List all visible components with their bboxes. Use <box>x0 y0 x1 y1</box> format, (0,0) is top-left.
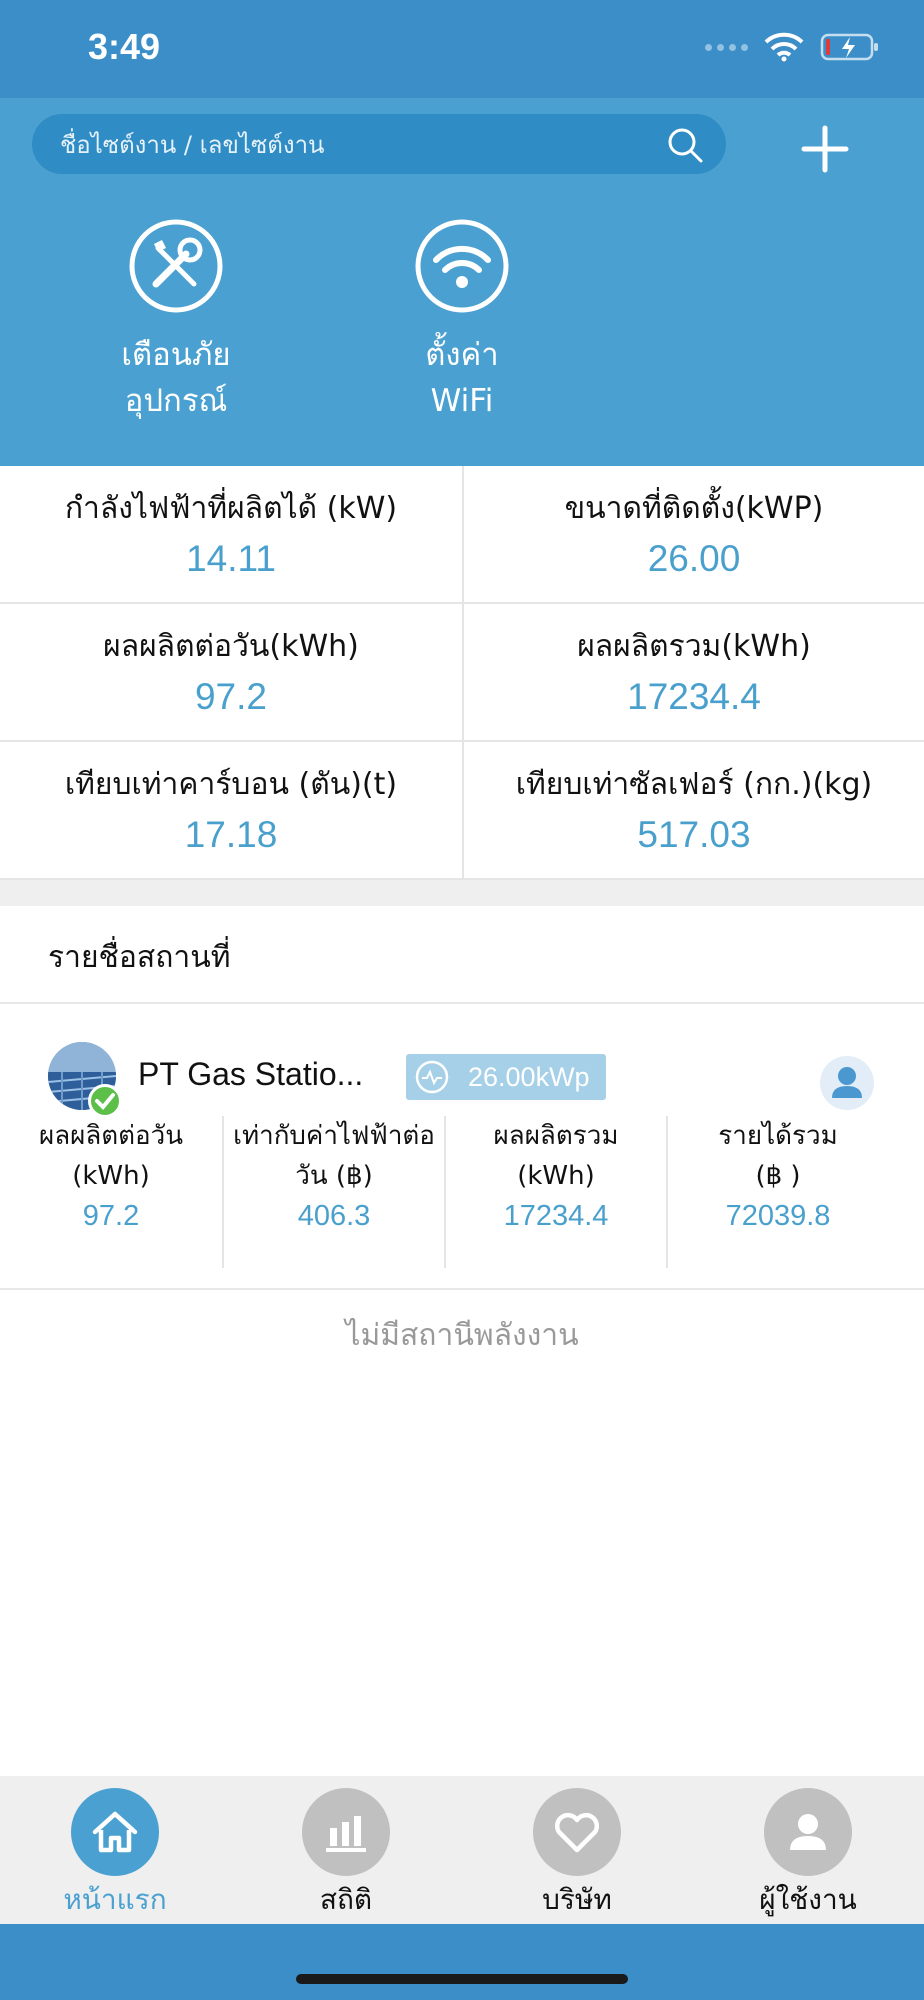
stat-value: 17.18 <box>184 814 278 855</box>
metric-label: ผลผลิตรวม <box>493 1121 619 1151</box>
home-indicator[interactable] <box>296 1974 628 1984</box>
capacity-value: 26.00kWp <box>468 1061 590 1092</box>
metric-value: 406.3 <box>297 1200 371 1232</box>
stat-sulfur: เทียบเท่าซัลเฟอร์ (กก.)(kg) 517.03 <box>462 742 924 880</box>
status-icons <box>705 32 880 62</box>
device-alarm-button[interactable]: เตือนภัย อุปกรณ์ <box>66 218 286 424</box>
search-input[interactable]: ชื่อไซต์งาน / เลขไซต์งาน <box>32 114 726 174</box>
metric-unit: (kWh) <box>72 1161 150 1191</box>
stat-carbon: เทียบเท่าคาร์บอน (ตัน)(t) 17.18 <box>0 742 462 880</box>
online-status-icon <box>88 1084 122 1118</box>
wifi-settings-label-1: ตั้งค่า <box>425 337 499 373</box>
stat-value: 17234.4 <box>627 676 761 717</box>
tools-icon <box>129 219 223 313</box>
metric-label: เท่ากับค่าไฟฟ้าต่อ <box>233 1121 435 1151</box>
heart-icon <box>533 1788 621 1876</box>
metric-value: 17234.4 <box>503 1200 609 1232</box>
metric-value: 97.2 <box>82 1200 140 1232</box>
device-alarm-label-2: อุปกรณ์ <box>124 383 228 419</box>
cellular-signal-icon <box>705 43 748 51</box>
battery-icon <box>820 33 878 61</box>
stat-value: 517.03 <box>637 814 751 855</box>
tab-company[interactable]: บริษัท <box>502 1788 652 1922</box>
status-time: 3:49 <box>88 26 161 67</box>
stat-total-yield: ผลผลิตรวม(kWh) 17234.4 <box>462 604 924 742</box>
home-icon <box>71 1788 159 1876</box>
stat-label: ขนาดที่ติดตั้ง(kWP) <box>564 491 824 526</box>
user-icon <box>764 1788 852 1876</box>
home-indicator-area <box>0 1924 924 2000</box>
wifi-icon <box>415 219 509 313</box>
stat-installed-capacity: ขนาดที่ติดตั้ง(kWP) 26.00 <box>462 466 924 604</box>
tab-statistics[interactable]: สถิติ <box>271 1788 421 1922</box>
metric-label: รายได้รวม <box>718 1121 838 1151</box>
capacity-badge: 26.00kWp <box>406 1054 606 1100</box>
add-station-button[interactable] <box>796 120 854 178</box>
search-icon[interactable] <box>666 126 704 164</box>
status-bar: 3:49 <box>0 0 924 98</box>
tab-home[interactable]: หน้าแรก <box>40 1788 190 1922</box>
tab-user[interactable]: ผู้ใช้งาน <box>733 1788 883 1922</box>
bar-chart-icon <box>302 1788 390 1876</box>
station-list-header: รายชื่อสถานที่ <box>0 906 924 1004</box>
station-name[interactable]: PT Gas Statio... <box>138 1056 363 1093</box>
wifi-settings-label-2: WiFi <box>430 383 494 419</box>
metric-daily-yield: ผลผลิตต่อวัน (kWh) 97.2 <box>0 1116 222 1268</box>
wifi-status-icon <box>764 32 804 62</box>
header: ชื่อไซต์งาน / เลขไซต์งาน เตือนภัย อุปกรณ… <box>0 98 924 466</box>
stat-label: เทียบเท่าซัลเฟอร์ (กก.)(kg) <box>515 767 873 802</box>
stat-value: 97.2 <box>194 676 267 717</box>
search-placeholder: ชื่อไซต์งาน / เลขไซต์งาน <box>60 130 325 159</box>
metric-label: ผลผลิตต่อวัน <box>38 1121 184 1151</box>
tab-label: บริษัท <box>542 1883 612 1916</box>
metric-unit: วัน (฿) <box>295 1161 373 1191</box>
tab-label: สถิติ <box>319 1883 373 1916</box>
divider-band <box>0 880 924 906</box>
stat-label: ผลผลิตต่อวัน(kWh) <box>103 629 359 664</box>
stat-label: กำลังไฟฟ้าที่ผลิตได้ (kW) <box>64 491 398 526</box>
owner-user-icon[interactable] <box>820 1056 874 1110</box>
stat-label: ผลผลิตรวม(kWh) <box>577 629 811 664</box>
stat-label: เทียบเท่าคาร์บอน (ตัน)(t) <box>64 767 398 802</box>
metric-unit: (kWh) <box>517 1161 595 1191</box>
tab-label: ผู้ใช้งาน <box>759 1883 857 1916</box>
device-alarm-label-1: เตือนภัย <box>121 337 231 373</box>
stats-grid: กำลังไฟฟ้าที่ผลิตได้ (kW) 14.11 ขนาดที่ต… <box>0 466 924 880</box>
stat-value: 26.00 <box>647 538 741 579</box>
section-title: รายชื่อสถานที่ <box>48 940 231 975</box>
empty-list-note: ไม่มีสถานีพลังงาน <box>345 1318 579 1353</box>
metric-daily-value: เท่ากับค่าไฟฟ้าต่อ วัน (฿) 406.3 <box>222 1116 444 1268</box>
station-card[interactable]: PT Gas Statio... 26.00kWp ผลผลิตต่อวัน (… <box>0 1004 924 1290</box>
wifi-settings-button[interactable]: ตั้งค่า WiFi <box>352 218 572 424</box>
metric-unit: (฿ ) <box>755 1161 801 1191</box>
pulse-icon <box>415 1060 449 1094</box>
tab-label: หน้าแรก <box>63 1883 167 1916</box>
metric-value: 72039.8 <box>725 1200 831 1232</box>
stat-daily-yield: ผลผลิตต่อวัน(kWh) 97.2 <box>0 604 462 742</box>
metric-total-yield: ผลผลิตรวม (kWh) 17234.4 <box>444 1116 666 1268</box>
stat-value: 14.11 <box>186 538 276 579</box>
stat-power: กำลังไฟฟ้าที่ผลิตได้ (kW) 14.11 <box>0 466 462 604</box>
tab-bar: หน้าแรก สถิติ บริษัท ผู้ใช้งาน <box>0 1776 924 1924</box>
metric-total-revenue: รายได้รวม (฿ ) 72039.8 <box>666 1116 888 1268</box>
